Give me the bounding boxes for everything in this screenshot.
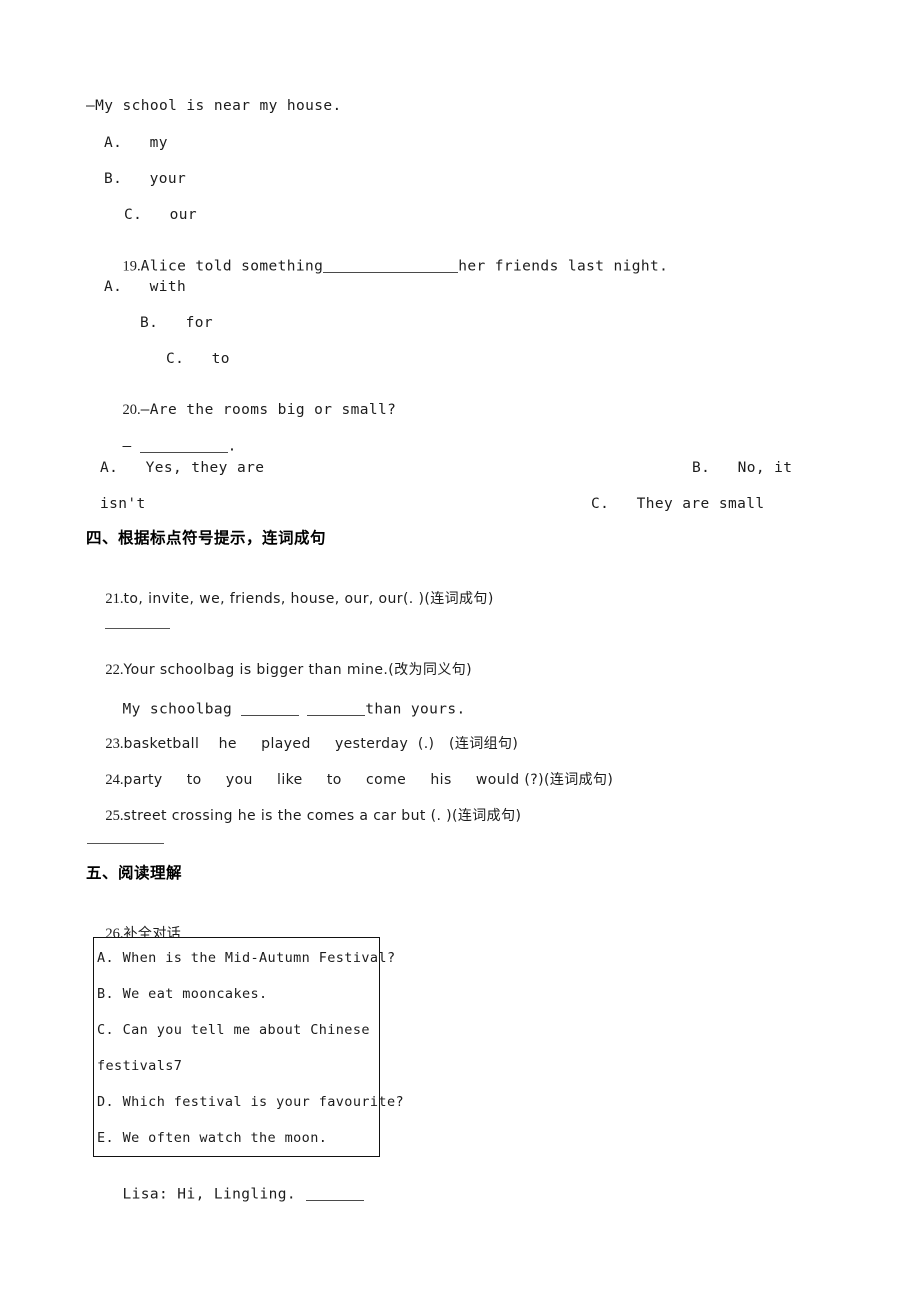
question-21-answer-blank[interactable] <box>105 628 170 629</box>
question-22-answer-after: than yours. <box>365 700 466 717</box>
question-19-option-c[interactable]: C. to <box>166 352 230 367</box>
option-box-item-a[interactable]: A. When is the Mid-Autumn Festival? <box>97 951 395 966</box>
question-19-option-a[interactable]: A. with <box>104 280 186 295</box>
question-21: 21.to, invite, we, friends, house, our, … <box>86 578 494 621</box>
option-box-item-e[interactable]: E. We often watch the moon. <box>97 1131 327 1146</box>
question-19-number: 19. <box>122 257 141 274</box>
question-24-text: party to you like to come his would (?)(… <box>123 772 614 788</box>
question-22-blank-2[interactable] <box>307 702 366 717</box>
question-25-text: street crossing he is the comes a car bu… <box>123 808 522 824</box>
section-four-heading: 四、根据标点符号提示，连词成句 <box>86 529 327 547</box>
question-20-stem-text: —Are the rooms big or small? <box>140 401 397 418</box>
question-22-answer-before: My schoolbag <box>122 700 242 717</box>
option-box-item-d[interactable]: D. Which festival is your favourite? <box>97 1095 404 1110</box>
question-18-option-a[interactable]: A. my <box>104 136 168 151</box>
question-20-answer-suffix: . <box>227 437 237 454</box>
question-20-option-b[interactable]: B. No, it <box>692 461 792 476</box>
question-20-answer-blank[interactable] <box>139 439 228 454</box>
option-box-item-c[interactable]: C. Can you tell me about Chinese <box>97 1023 370 1038</box>
question-20-option-c[interactable]: C. They are small <box>591 497 764 512</box>
question-21-text: to, invite, we, friends, house, our, our… <box>123 591 494 607</box>
question-23-text: basketball he played yesterday (.) (连词组句… <box>123 736 519 752</box>
question-19-stem-after: her friends last night. <box>458 257 669 274</box>
question-22-blank-1[interactable] <box>241 702 300 717</box>
question-22: 22.Your schoolbag is bigger than mine.(改… <box>86 649 472 692</box>
question-19-blank[interactable] <box>323 259 459 274</box>
question-18-option-c[interactable]: C. our <box>124 208 197 223</box>
dialogue-line-lisa: Lisa: Hi, Lingling. <box>86 1172 364 1216</box>
worksheet-page: —My school is near my house. A. my B. yo… <box>0 0 920 1302</box>
question-19-stem-before: Alice told something <box>140 257 324 274</box>
question-21-number: 21. <box>105 591 124 607</box>
dialogue-line-lisa-text: Lisa: Hi, Lingling. <box>122 1185 296 1202</box>
question-18-option-b[interactable]: B. your <box>104 172 186 187</box>
question-18-stem: —My school is near my house. <box>86 98 342 114</box>
question-22-number: 22. <box>105 662 124 678</box>
question-25-number: 25. <box>105 808 124 824</box>
question-20-number: 20. <box>122 401 141 418</box>
question-23-number: 23. <box>105 736 124 752</box>
reading-option-box: A. When is the Mid-Autumn Festival? B. W… <box>93 937 404 1157</box>
question-20-option-a-wrap: isn't <box>100 496 146 512</box>
option-box-item-b[interactable]: B. We eat mooncakes. <box>97 987 268 1002</box>
dialogue-blank-1[interactable] <box>306 1187 364 1202</box>
question-20-answer-prefix: — <box>122 437 132 454</box>
question-19-option-b[interactable]: B. for <box>140 316 213 331</box>
section-five-heading: 五、阅读理解 <box>86 864 183 882</box>
option-box-item-c-wrap: festivals7 <box>97 1058 183 1074</box>
question-24-number: 24. <box>105 772 124 788</box>
question-22-text: Your schoolbag is bigger than mine.(改为同义… <box>123 662 473 678</box>
question-20-option-a[interactable]: A. Yes, they are <box>100 461 264 476</box>
question-25: 25.street crossing he is the comes a car… <box>86 795 521 838</box>
question-25-answer-blank[interactable] <box>87 843 164 844</box>
